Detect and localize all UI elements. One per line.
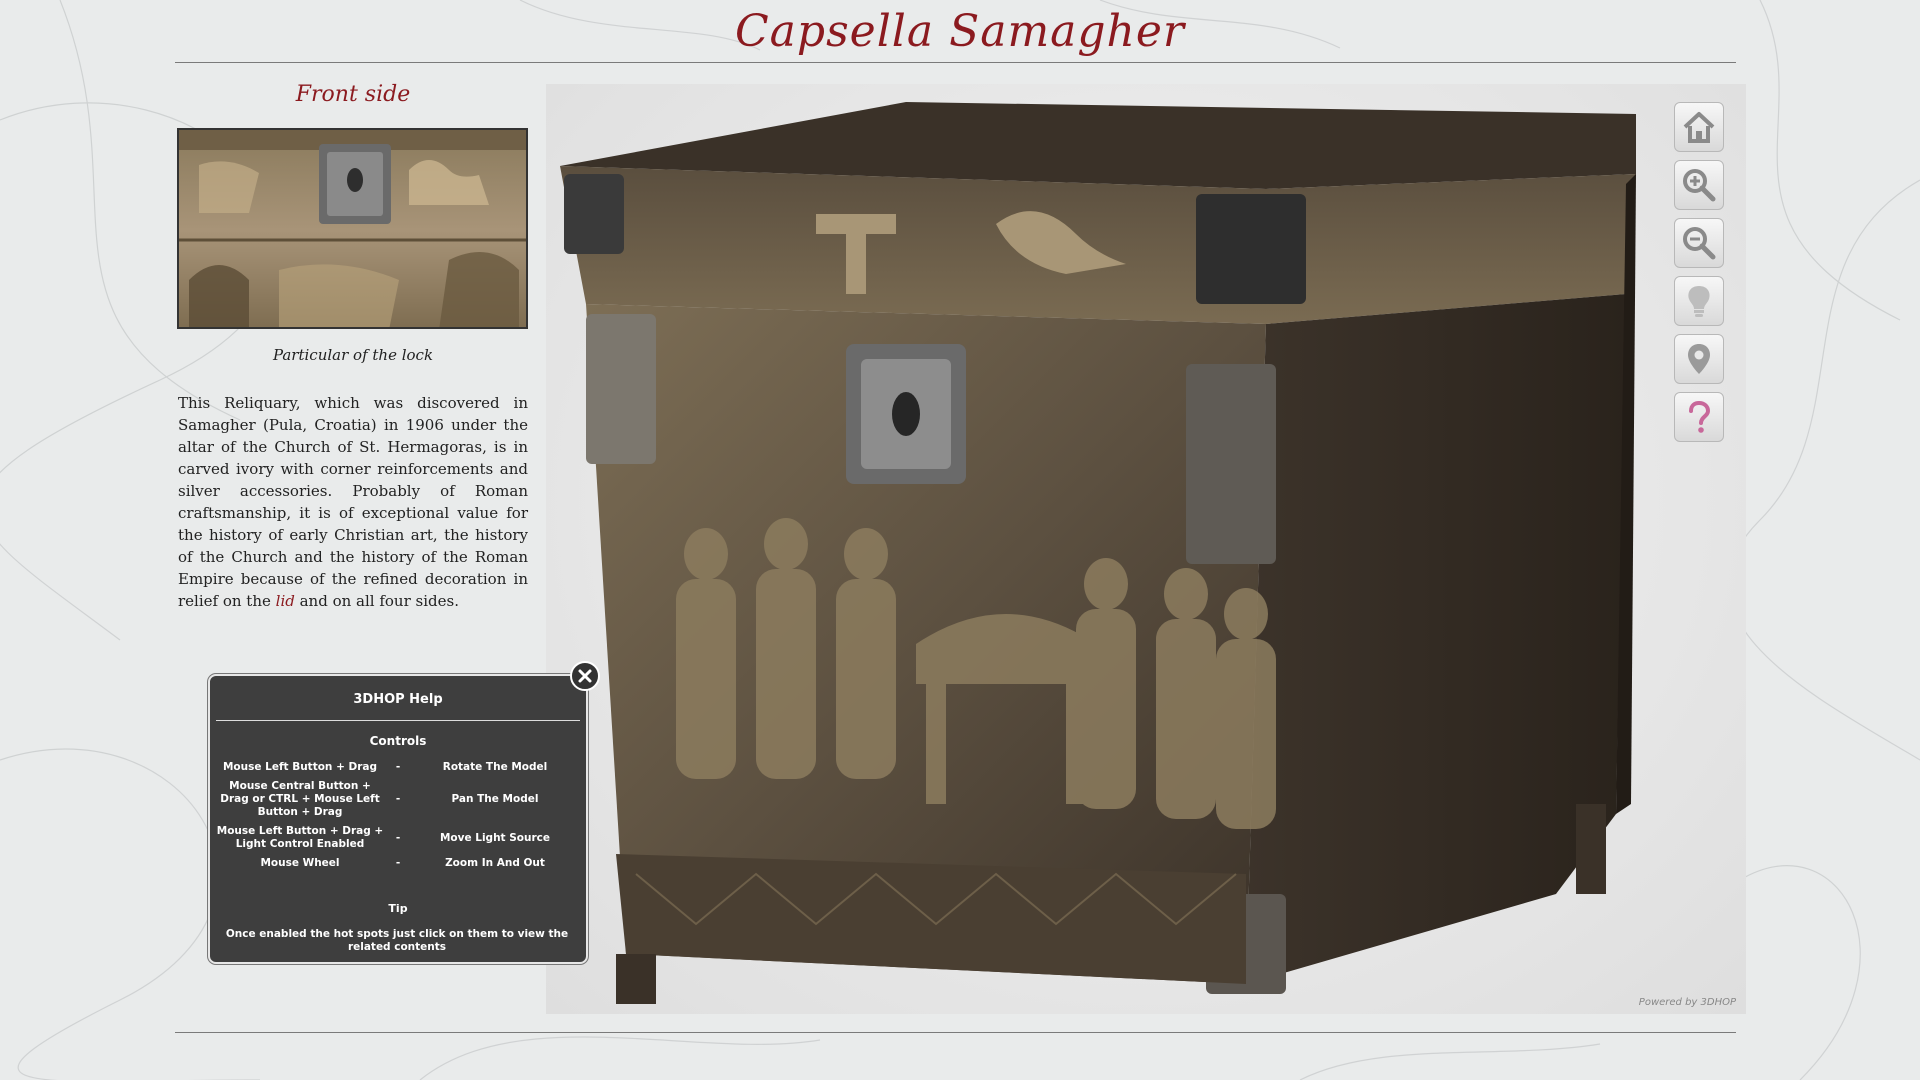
hotspots-button[interactable] bbox=[1674, 334, 1724, 384]
zoom-out-button[interactable] bbox=[1674, 218, 1724, 268]
help-controls-heading: Controls bbox=[369, 734, 427, 748]
detail-thumbnail[interactable] bbox=[177, 128, 528, 329]
lock-detail-image bbox=[179, 130, 526, 327]
description-text: This Reliquary, which was discovered in … bbox=[178, 392, 528, 612]
help-controls-table: Mouse Left Button + Drag - Rotate The Mo… bbox=[214, 758, 580, 873]
close-icon bbox=[578, 669, 592, 683]
home-icon bbox=[1683, 112, 1715, 143]
thumbnail-caption: Particular of the lock bbox=[272, 346, 434, 364]
help-title: 3DHOP Help bbox=[353, 692, 443, 707]
help-tip-text: Once enabled the hot spots just click on… bbox=[225, 928, 569, 953]
light-button[interactable] bbox=[1674, 276, 1724, 326]
help-row: Mouse Wheel - Zoom In And Out bbox=[214, 854, 580, 873]
map-pin-icon bbox=[1688, 344, 1710, 374]
zoom-in-icon bbox=[1683, 169, 1716, 202]
lid-link[interactable]: lid bbox=[276, 592, 295, 610]
help-effect: Move Light Source bbox=[439, 831, 550, 844]
help-action: Mouse Central Button + Drag or CTRL + Mo… bbox=[220, 780, 380, 818]
help-button[interactable] bbox=[1674, 392, 1724, 442]
reliquary-3d-model bbox=[560, 102, 1636, 1004]
help-action: Mouse Wheel bbox=[260, 857, 340, 869]
help-tip-heading: Tip bbox=[388, 902, 408, 915]
help-separator: - bbox=[395, 857, 401, 869]
help-row: Mouse Left Button + Drag - Rotate The Mo… bbox=[214, 758, 580, 777]
help-effect: Pan The Model bbox=[451, 793, 539, 805]
help-row: Mouse Left Button + Drag + Light Control… bbox=[214, 822, 580, 854]
help-action: Mouse Left Button + Drag + Light Control… bbox=[216, 825, 384, 850]
page-title: Capsella Samagher bbox=[735, 6, 1185, 57]
viewer-toolbar bbox=[1674, 102, 1728, 450]
home-button[interactable] bbox=[1674, 102, 1724, 152]
help-separator: - bbox=[395, 831, 401, 844]
bottom-divider bbox=[175, 1032, 1736, 1033]
help-separator: - bbox=[395, 793, 401, 805]
question-icon bbox=[1689, 400, 1711, 433]
help-row: Mouse Central Button + Drag or CTRL + Mo… bbox=[214, 777, 580, 822]
lightbulb-icon bbox=[1688, 286, 1710, 317]
powered-by-label: Powered by 3DHOP bbox=[1638, 997, 1736, 1008]
help-close-button[interactable] bbox=[570, 661, 600, 691]
3d-viewer-canvas[interactable]: Powered by 3DHOP bbox=[546, 84, 1746, 1014]
description-part-2: and on all four sides. bbox=[294, 592, 459, 610]
zoom-out-icon bbox=[1683, 227, 1716, 260]
top-divider bbox=[175, 62, 1736, 63]
section-title: Front side bbox=[295, 82, 411, 107]
help-separator: - bbox=[395, 761, 401, 773]
help-panel: 3DHOP Help Controls Mouse Left Button + … bbox=[208, 674, 588, 964]
help-effect: Zoom In And Out bbox=[445, 857, 545, 869]
zoom-in-button[interactable] bbox=[1674, 160, 1724, 210]
description-part-1: This Reliquary, which was discovered in … bbox=[178, 394, 528, 610]
help-action: Mouse Left Button + Drag bbox=[222, 761, 378, 773]
help-effect: Rotate The Model bbox=[442, 761, 548, 773]
help-divider bbox=[216, 720, 580, 721]
